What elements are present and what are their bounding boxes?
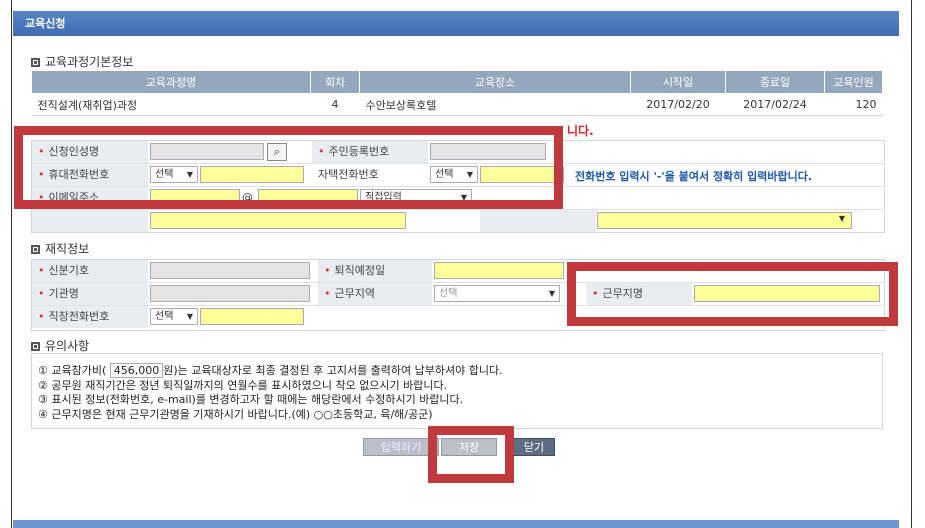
note-line-1: ① 교육참가비( 456,000 원)는 교육대상자로 최종 결정된 후 고지서를… bbox=[38, 363, 503, 378]
bottom-bar bbox=[13, 520, 899, 528]
region-select[interactable]: 선택 ▼ bbox=[434, 285, 560, 302]
note-line-2: ② 공무원 재직기간은 정년 퇴직일까지의 연월수를 표시하였으니 착오 없으시… bbox=[38, 378, 448, 392]
org-input[interactable] bbox=[150, 285, 310, 302]
notes-box: ① 교육참가비( 456,000 원)는 교육대상자로 최종 결정된 후 고지서를… bbox=[31, 353, 883, 429]
course-name: 전직설계(재취업)과정 bbox=[31, 93, 311, 116]
col-capacity: 교육인원 bbox=[824, 70, 883, 94]
office-phone-prefix-select[interactable]: 선택 ▼ bbox=[150, 308, 198, 325]
highlight-save-button bbox=[428, 426, 514, 483]
fee-amount: 456,000 bbox=[109, 363, 164, 378]
section-bullet-icon bbox=[31, 58, 40, 67]
col-course-name: 교육과정명 bbox=[31, 70, 311, 94]
retire-date-input[interactable] bbox=[434, 262, 564, 279]
notes-title: 유의사항 bbox=[45, 339, 90, 353]
col-end-date: 종료일 bbox=[725, 70, 825, 94]
org-label: • 기관명 bbox=[32, 283, 148, 305]
course-info-heading: 교육과정기본정보 bbox=[31, 53, 133, 70]
course-info-header-row: 교육과정명 회차 교육장소 시작일 종료일 교육인원 bbox=[31, 70, 883, 94]
highlight-workplace-field bbox=[567, 262, 898, 326]
notice-text-partial: 니다. bbox=[567, 124, 594, 138]
course-start-date: 2017/02/20 bbox=[630, 93, 726, 116]
employment-title: 재직정보 bbox=[45, 242, 90, 256]
col-location: 교육장소 bbox=[359, 70, 631, 94]
course-info-table: 교육과정명 회차 교육장소 시작일 종료일 교육인원 전직설계(재취업)과정 4… bbox=[31, 70, 883, 116]
office-phone-input[interactable] bbox=[200, 308, 304, 325]
id-input[interactable] bbox=[150, 262, 310, 279]
highlight-applicant-fields bbox=[14, 126, 563, 209]
employment-heading: 재직정보 bbox=[31, 240, 89, 257]
phone-hint: 전화번호 입력시 '-'을 붙여서 정확히 입력바랍니다. bbox=[575, 170, 813, 183]
window-title: 교육신청 bbox=[13, 11, 899, 36]
region-label: • 근무지역 bbox=[318, 283, 432, 305]
course-end-date: 2017/02/24 bbox=[725, 93, 825, 116]
note-line-3: ③ 표시된 정보(전화번호, e-mail)를 변경하고자 할 때에는 해당란에… bbox=[38, 393, 464, 406]
office-phone-label: • 직장전화번호 bbox=[32, 306, 148, 328]
col-start-date: 시작일 bbox=[630, 70, 726, 94]
note-line-4: ④ 근무지명은 현재 근무기관명을 기재하시기 바랍니다.(예) ○○초등학교,… bbox=[38, 407, 433, 421]
id-label: • 신분기호 bbox=[32, 260, 148, 282]
retire-label: • 퇴직예정일 bbox=[318, 260, 432, 282]
close-button[interactable]: 닫기 bbox=[513, 438, 555, 456]
course-session: 4 bbox=[310, 93, 360, 116]
course-info-row: 전직설계(재취업)과정 4 수안보상록호텔 2017/02/20 2017/02… bbox=[31, 93, 883, 116]
address-label bbox=[32, 210, 148, 232]
course-capacity: 120 bbox=[824, 93, 883, 116]
course-location: 수안보상록호텔 bbox=[359, 93, 631, 116]
row-address: ▼ bbox=[32, 210, 884, 232]
address-select[interactable]: ▼ bbox=[597, 212, 852, 229]
address-label-2 bbox=[480, 210, 596, 232]
address-input[interactable] bbox=[150, 212, 406, 229]
course-info-title: 교육과정기본정보 bbox=[45, 55, 134, 69]
section-bullet-icon bbox=[31, 342, 40, 351]
notes-heading: 유의사항 bbox=[31, 337, 89, 354]
col-session: 회차 bbox=[310, 70, 360, 94]
section-bullet-icon bbox=[31, 245, 40, 254]
